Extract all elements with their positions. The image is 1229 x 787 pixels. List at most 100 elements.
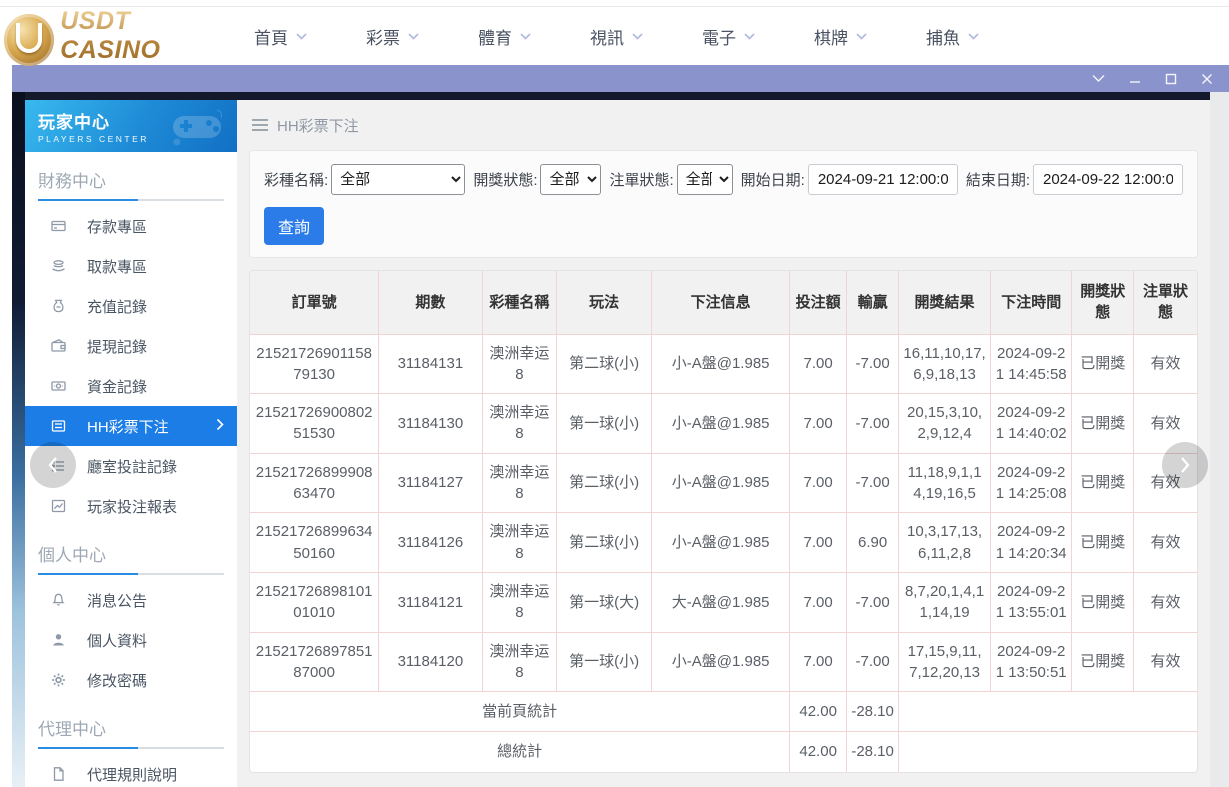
search-button[interactable]: 查詢 (264, 207, 325, 245)
lottery-select[interactable]: 全部 (331, 164, 466, 195)
bet-table-body: 2152172690115879130 31184131 澳洲幸运8 第二球(小) 小-… (250, 333, 1197, 693)
cell-draw_status: 已開獎 (1071, 571, 1134, 633)
nav-item-chess[interactable]: 棋牌 (814, 24, 867, 49)
summary-empty (898, 691, 1197, 733)
end-date-input[interactable] (1033, 164, 1183, 195)
cell-bet_info: 小-A盤@1.985 (650, 631, 791, 693)
nav-label: 捕魚 (926, 28, 960, 48)
cell-bet_amount: 7.00 (789, 452, 848, 514)
main-content: HH彩票下注 彩種名稱: 全部 開獎狀態: 全部 注單狀態: 全部 開始日期: … (237, 100, 1210, 787)
sidebar-item-profile[interactable]: 個人資料 (25, 620, 237, 660)
cell-play: 第二球(小) (556, 333, 652, 395)
nav-item-fishing[interactable]: 捕魚 (926, 24, 979, 49)
site-logo[interactable]: USDT CASINO (0, 6, 232, 66)
column-header-play: 玩法 (556, 271, 652, 335)
section-title-agent: 代理中心 (38, 720, 106, 739)
cell-draw_result: 10,3,17,13,6,11,2,8 (898, 512, 991, 573)
cell-period: 31184120 (378, 631, 483, 693)
chevron-down-icon (856, 32, 867, 40)
close-icon[interactable] (1201, 73, 1213, 85)
sidebar-item-withdrawal-record[interactable]: 提現記錄 (25, 326, 237, 366)
cash-icon (51, 381, 66, 391)
minimize-icon[interactable] (1129, 73, 1141, 85)
bet-table-panel: 訂單號 期數 彩種名稱 玩法 下注信息 投注額 輸贏 開獎結果 下注時間 開獎狀態 注單狀態 215… (249, 270, 1198, 773)
nav-item-home[interactable]: 首頁 (254, 24, 307, 49)
sidebar-item-withdraw[interactable]: 取款專區 (25, 246, 237, 286)
start-date-input[interactable] (807, 164, 958, 195)
summary-label: 總統計 (250, 731, 791, 772)
sidebar-item-label: 修改密碼 (87, 672, 148, 690)
column-header-order_status: 注單狀態 (1132, 271, 1197, 335)
nav-item-live[interactable]: 視訊 (590, 24, 643, 49)
chevron-down-icon (296, 32, 307, 40)
cell-bet_info: 小-A盤@1.985 (650, 393, 791, 454)
cell-play: 第二球(小) (556, 512, 652, 573)
table-row: 2152172689990863470 31184127 澳洲幸运8 第二球(小) 小-… (250, 452, 1197, 514)
panel-expand-right-button[interactable] (1162, 442, 1208, 488)
breadcrumb: HH彩票下注 (249, 100, 1198, 150)
sidebar-item-funds-record[interactable]: 資金記錄 (25, 366, 237, 406)
cell-order_no: 2152172689963450160 (250, 512, 380, 573)
cell-win_loss: -7.00 (846, 631, 900, 693)
chevron-down-icon (744, 32, 755, 40)
wallet-icon (51, 339, 66, 352)
filter-panel: 彩種名稱: 全部 開獎狀態: 全部 注單狀態: 全部 開始日期: 結束日期: 查… (249, 150, 1198, 258)
sidebar-item-change-password[interactable]: 修改密碼 (25, 660, 237, 700)
players-center-app: 玩家中心 PLAYERS CENTER 財務中心 存款專區 取款專區 充值記錄 … (25, 100, 1210, 787)
window-body: 玩家中心 PLAYERS CENTER 財務中心 存款專區 取款專區 充值記錄 … (12, 92, 1229, 787)
nav-item-lottery[interactable]: 彩票 (366, 24, 419, 49)
nav-item-electronic[interactable]: 電子 (702, 24, 755, 49)
sidebar-item-agent-rules[interactable]: 代理規則說明 (25, 754, 237, 787)
section-divider (38, 199, 224, 201)
column-header-order_no: 訂單號 (250, 271, 380, 335)
table-row: 2152172690115879130 31184131 澳洲幸运8 第二球(小) 小-… (250, 333, 1197, 395)
cell-play: 第二球(小) (556, 452, 652, 514)
nav-item-sports[interactable]: 體育 (478, 24, 531, 49)
cell-draw_result: 8,7,20,1,4,11,14,19 (898, 571, 991, 633)
sidebar-item-player-bet-report[interactable]: 玩家投注報表 (25, 486, 237, 526)
collapse-icon[interactable] (1092, 74, 1105, 83)
panel-collapse-left-button[interactable] (30, 442, 76, 488)
cell-bet_time: 2024-09-21 13:50:51 (989, 631, 1073, 693)
gear-icon (52, 673, 65, 687)
cell-bet_time: 2024-09-21 14:25:08 (989, 452, 1073, 514)
cell-draw_status: 已開獎 (1071, 631, 1134, 693)
sidebar-item-deposit[interactable]: 存款專區 (25, 206, 237, 246)
summary-win-loss: -28.10 (846, 691, 900, 733)
cell-order_status: 有效 (1132, 512, 1197, 573)
cell-bet_amount: 7.00 (789, 631, 848, 693)
sidebar-item-label: 提現記錄 (87, 338, 148, 356)
cell-bet_amount: 7.00 (789, 571, 848, 633)
cell-draw_result: 20,15,3,10,2,9,12,4 (898, 393, 991, 454)
column-header-bet_info: 下注信息 (650, 271, 791, 335)
cell-bet_info: 大-A盤@1.985 (650, 571, 791, 633)
order-status-filter-label: 注單狀態: (609, 172, 674, 189)
cell-draw_result: 11,18,9,1,14,19,16,5 (898, 452, 991, 514)
sidebar-item-label: HH彩票下注 (87, 418, 169, 436)
sidebar-item-label: 取款專區 (87, 258, 148, 276)
sidebar-item-recharge-record[interactable]: 充值記錄 (25, 286, 237, 326)
maximize-icon[interactable] (1165, 73, 1177, 85)
sidebar-item-label: 資金記錄 (87, 378, 148, 396)
column-header-period: 期數 (378, 271, 483, 335)
lottery-filter-label: 彩種名稱: (264, 172, 329, 189)
nav-label: 彩票 (366, 28, 400, 48)
order-status-select[interactable]: 全部 (676, 164, 733, 195)
summary-body: 當前頁統計 42.00 -28.10 總統計 42.00 -28.10 (250, 691, 1197, 772)
table-row: 2152172689963450160 31184126 澳洲幸运8 第二球(小) 小-… (250, 512, 1197, 573)
draw-status-select[interactable]: 全部 (540, 164, 602, 195)
sidebar-item-announcements[interactable]: 消息公告 (25, 580, 237, 620)
chevron-down-icon (408, 32, 419, 40)
cell-order_no: 2152172689990863470 (250, 452, 380, 514)
bank-card-icon (51, 220, 66, 232)
cell-draw_status: 已開獎 (1071, 512, 1134, 573)
window-titlebar (12, 65, 1229, 92)
site-header: USDT CASINO 首頁 彩票 體育 視訊 電子 棋牌 捕魚 (0, 6, 1229, 66)
chevron-down-icon (632, 32, 643, 40)
cell-order_status: 有效 (1132, 571, 1197, 633)
sidebar-item-hh-lottery-bets[interactable]: HH彩票下注 (25, 406, 237, 446)
cell-period: 31184126 (378, 512, 483, 573)
cell-lottery: 澳洲幸运8 (481, 631, 558, 693)
hamburger-icon[interactable] (252, 119, 268, 131)
background-right-strip (1210, 92, 1229, 787)
